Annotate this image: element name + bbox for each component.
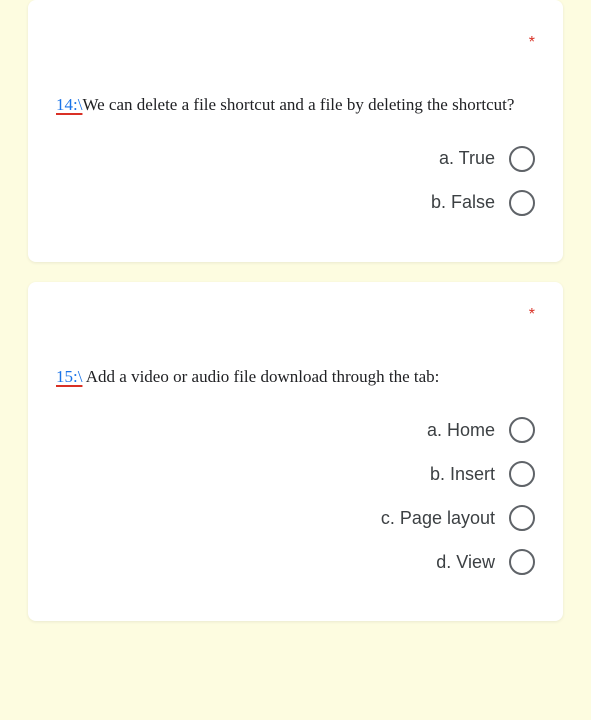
question-number: 15:\ (56, 367, 82, 386)
radio-button[interactable] (509, 190, 535, 216)
option-label: b. False (431, 192, 495, 213)
option-row[interactable]: b. False (56, 190, 535, 216)
option-row[interactable]: a. Home (56, 417, 535, 443)
question-body: Add a video or audio file download throu… (82, 367, 439, 386)
option-row[interactable]: d. View (56, 549, 535, 575)
radio-button[interactable] (509, 461, 535, 487)
radio-button[interactable] (509, 417, 535, 443)
radio-button[interactable] (509, 505, 535, 531)
question-card-15: * 15:\ Add a video or audio file downloa… (28, 282, 563, 622)
option-label: a. True (439, 148, 495, 169)
question-card-14: * 14:\We can delete a file shortcut and … (28, 0, 563, 262)
option-row[interactable]: b. Insert (56, 461, 535, 487)
option-row[interactable]: c. Page layout (56, 505, 535, 531)
question-body: We can delete a file shortcut and a file… (82, 95, 514, 114)
option-label: c. Page layout (381, 508, 495, 529)
option-label: b. Insert (430, 464, 495, 485)
radio-button[interactable] (509, 549, 535, 575)
option-label: a. Home (427, 420, 495, 441)
option-row[interactable]: a. True (56, 146, 535, 172)
option-label: d. View (436, 552, 495, 573)
required-mark: * (56, 306, 535, 324)
radio-button[interactable] (509, 146, 535, 172)
required-mark: * (56, 24, 535, 52)
question-text: 14:\We can delete a file shortcut and a … (56, 92, 535, 118)
question-text: 15:\ Add a video or audio file download … (56, 364, 535, 390)
question-number: 14:\ (56, 95, 82, 114)
